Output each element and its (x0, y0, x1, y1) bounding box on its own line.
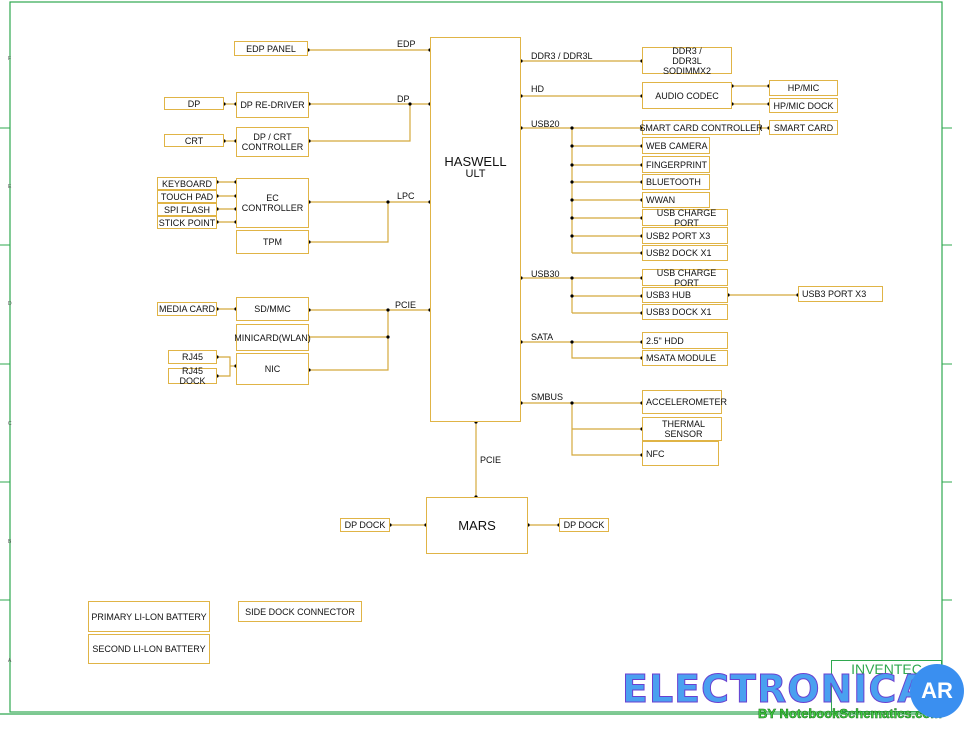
side-dock-connector: SIDE DOCK CONNECTOR (238, 601, 362, 622)
fingerprint: FINGERPRINT (642, 156, 710, 173)
crt-connector: CRT (164, 134, 224, 147)
watermark-logo: ELECTRONICA (622, 667, 928, 712)
watermark-byline: BY NotebookSchematics.com (758, 706, 942, 722)
row-label-b: B (8, 539, 12, 545)
cpu-block: HASWELL ULT (430, 37, 521, 422)
usb3-dock-x1: USB3 DOCK X1 (642, 304, 728, 320)
sd-mmc: SD/MMC (236, 297, 309, 321)
usb3-port-x3: USB3 PORT X3 (798, 286, 883, 302)
edp-panel: EDP PANEL (234, 41, 308, 56)
bus-label-dp: DP (397, 94, 410, 104)
ar-logo-icon: AR (910, 664, 964, 718)
mars-gpu: MARS (426, 497, 528, 554)
usb2-dock-x1: USB2 DOCK X1 (642, 245, 728, 261)
cpu-sub: ULT (465, 168, 486, 180)
bus-label-smbus: SMBUS (531, 392, 564, 402)
accelerometer: ACCELEROMETER (642, 390, 727, 414)
web-camera: WEB CAMERA (642, 137, 710, 154)
ec-controller: EC CONTROLLER (236, 178, 309, 228)
primary-battery: PRIMARY LI-LON BATTERY (88, 601, 210, 632)
bus-label-usb30: USB30 (531, 269, 560, 279)
bus-label-ddr: DDR3 / DDR3L (531, 51, 593, 61)
thermal-sensor: THERMAL SENSOR (642, 417, 722, 441)
smart-card: SMART CARD (769, 120, 838, 135)
cpu-name: HASWELL (444, 154, 507, 169)
wwan: WWAN (642, 192, 710, 208)
touch-pad: TOUCH PAD (157, 190, 217, 203)
bus-label-pcie-left: PCIE (395, 300, 417, 310)
dp-dock-left: DP DOCK (340, 518, 390, 532)
nfc: NFC (642, 441, 719, 466)
minicard-wlan: MINICARD(WLAN) (234, 324, 311, 351)
usb2-port-x3: USB2 PORT X3 (642, 227, 728, 244)
bus-label-edp: EDP (397, 39, 416, 49)
sodimm: DDR3 / DDR3L SODIMMX2 (642, 46, 732, 76)
tpm: TPM (236, 230, 309, 254)
bus-label-pcie-bottom: PCIE (480, 455, 502, 465)
rj45-dock: RJ45 DOCK (168, 366, 217, 386)
row-label-d: D (8, 301, 12, 307)
rj45: RJ45 (168, 350, 217, 364)
msata-module: MSATA MODULE (642, 350, 728, 366)
usb-charge-port-usb2: USB CHARGE PORT (642, 208, 728, 228)
audio-codec: AUDIO CODEC (642, 82, 732, 109)
dp-dock-right: DP DOCK (559, 518, 609, 532)
dp-connector: DP (164, 97, 224, 110)
smart-card-controller: SMART CARD CONTROLLER (639, 120, 763, 135)
usb-charge-port-usb3: USB CHARGE PORT (642, 268, 728, 288)
bus-label-lpc: LPC (397, 191, 415, 201)
dp-redriver: DP RE-DRIVER (236, 92, 309, 118)
bluetooth: BLUETOOTH (642, 174, 710, 190)
row-label-a: A (8, 658, 12, 664)
bus-label-sata: SATA (531, 332, 554, 342)
keyboard: KEYBOARD (157, 177, 217, 190)
media-card: MEDIA CARD (157, 302, 217, 316)
row-label-c: C (8, 421, 12, 427)
hdd: 2.5" HDD (642, 332, 728, 349)
bus-label-hd: HD (531, 84, 544, 94)
usb3-hub: USB3 HUB (642, 287, 728, 303)
nic: NIC (236, 353, 309, 385)
hp-mic: HP/MIC (769, 80, 838, 96)
bus-label-usb20: USB20 (531, 119, 560, 129)
spi-flash: SPI FLASH (157, 203, 217, 216)
second-battery: SECOND LI-LON BATTERY (88, 634, 210, 664)
hp-mic-dock: HP/MIC DOCK (769, 98, 838, 113)
row-label-f: F (8, 56, 12, 62)
dp-crt-controller: DP / CRT CONTROLLER (236, 127, 309, 157)
row-label-e: E (8, 184, 12, 190)
stick-point: STICK POINT (157, 216, 217, 229)
